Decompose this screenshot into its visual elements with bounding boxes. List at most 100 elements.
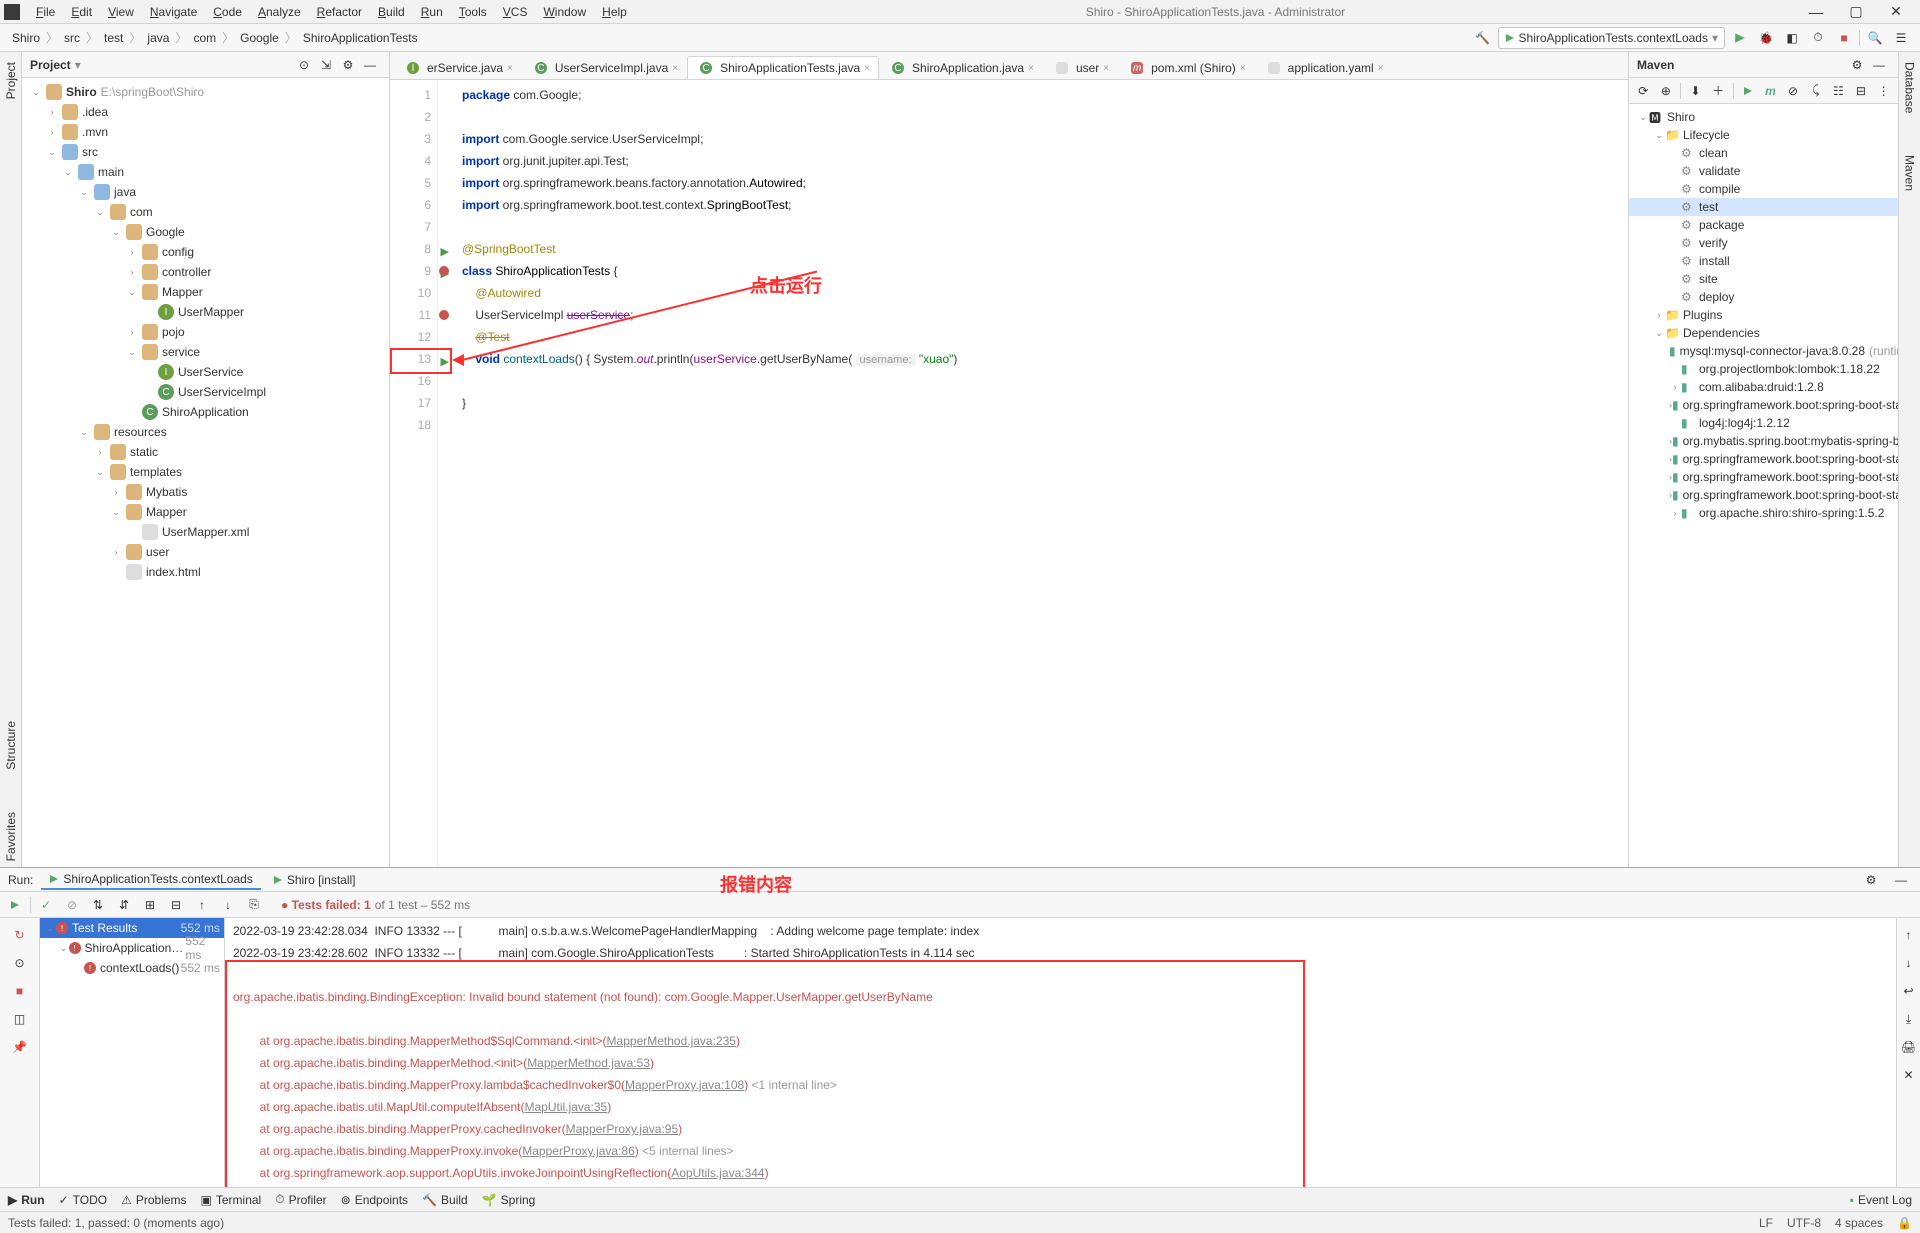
- print-icon[interactable]: 🖨: [1898, 1036, 1920, 1058]
- maven-node-log4j[interactable]: ▮log4j:log4j:1.2.12: [1629, 414, 1898, 432]
- maven-node-com-alibaba[interactable]: ›▮com.alibaba:druid:1.2.8: [1629, 378, 1898, 396]
- maven-node-test[interactable]: ⚙test: [1629, 198, 1898, 216]
- run-maven-icon[interactable]: [1737, 80, 1758, 102]
- maven-node-compile[interactable]: ⚙compile: [1629, 180, 1898, 198]
- line-sep-indicator[interactable]: LF: [1759, 1216, 1773, 1230]
- stack-link[interactable]: MapperProxy.java:86: [522, 1144, 635, 1158]
- menu-vcs[interactable]: VCS: [495, 3, 536, 21]
- stop-run-icon[interactable]: ■: [9, 980, 31, 1002]
- maven-node-site[interactable]: ⚙site: [1629, 270, 1898, 288]
- bottom-tab-problems[interactable]: ⚠ Problems: [121, 1192, 186, 1207]
- run-config-selector[interactable]: ShiroApplicationTests.contextLoads ▾: [1498, 27, 1725, 49]
- maven-settings-icon[interactable]: ⚙: [1846, 54, 1868, 76]
- maven-node-org-projectlombok[interactable]: ▮org.projectlombok:lombok:1.18.22: [1629, 360, 1898, 378]
- tree-node-google[interactable]: ⌄Google: [22, 222, 389, 242]
- breadcrumb-shiroapplicationtests[interactable]: ShiroApplicationTests: [299, 29, 422, 47]
- show-ignored-icon[interactable]: ⊘: [61, 894, 83, 916]
- tree-node-service[interactable]: ⌄service: [22, 342, 389, 362]
- tree-node-shiroapplication[interactable]: CShiroApplication: [22, 402, 389, 422]
- show-deps-icon[interactable]: ☷: [1828, 80, 1849, 102]
- editor-gutter[interactable]: 12345678▶9▶10111213▶161718: [390, 80, 438, 867]
- pin-icon[interactable]: 📌: [9, 1036, 31, 1058]
- bottom-tab-build[interactable]: 🔨 Build: [422, 1192, 468, 1207]
- maven-node-install[interactable]: ⚙install: [1629, 252, 1898, 270]
- menu-tools[interactable]: Tools: [451, 3, 495, 21]
- profile-button[interactable]: ⏱: [1807, 27, 1829, 49]
- bottom-tab-todo[interactable]: ✓ TODO: [59, 1192, 108, 1207]
- coverage-button[interactable]: ◧: [1781, 27, 1803, 49]
- menu-edit[interactable]: Edit: [63, 3, 100, 21]
- editor-tab-pom-xml-shiro-[interactable]: mpom.xml (Shiro)×: [1118, 56, 1255, 79]
- editor-tab-erservice-java[interactable]: IerService.java×: [394, 56, 522, 79]
- rerun-icon[interactable]: [4, 894, 26, 916]
- editor-tab-shiroapplicationtests-java[interactable]: CShiroApplicationTests.java×: [687, 56, 879, 79]
- build-icon[interactable]: 🔨: [1472, 27, 1494, 49]
- favorites-tool-tab[interactable]: Favorites: [2, 806, 20, 867]
- bottom-tab-endpoints[interactable]: ⊚ Endpoints: [341, 1192, 408, 1207]
- project-structure-button[interactable]: ☰: [1890, 27, 1912, 49]
- test-tree[interactable]: ⌄!Test Results552 ms⌄!ShiroApplicationTe…: [40, 918, 225, 1187]
- project-tool-tab[interactable]: Project: [2, 56, 20, 105]
- tree-node-shiro[interactable]: ⌄ShiroE:\springBoot\Shiro: [22, 82, 389, 102]
- structure-tool-tab[interactable]: Structure: [2, 715, 20, 776]
- tree-node-user[interactable]: ›user: [22, 542, 389, 562]
- menu-window[interactable]: Window: [535, 3, 594, 21]
- project-tree[interactable]: ⌄ShiroE:\springBoot\Shiro›.idea›.mvn⌄src…: [22, 78, 389, 867]
- maven-tree[interactable]: ⌄🅼Shiro⌄📁Lifecycle⚙clean⚙validate⚙compil…: [1629, 104, 1898, 867]
- close-tab-icon[interactable]: ×: [1028, 63, 1034, 74]
- bottom-tab-spring[interactable]: 🌱 Spring: [482, 1192, 536, 1207]
- stack-link[interactable]: MapperProxy.java:108: [625, 1078, 744, 1092]
- editor-tab-userserviceimpl-java[interactable]: CUserServiceImpl.java×: [522, 56, 687, 79]
- breadcrumb-test[interactable]: test: [100, 29, 127, 47]
- stack-link[interactable]: MapperMethod.java:53: [527, 1056, 650, 1070]
- next-fail-icon[interactable]: ↓: [217, 894, 239, 916]
- editor-body[interactable]: 12345678▶9▶10111213▶161718 package com.G…: [390, 80, 1628, 867]
- bottom-tab-terminal[interactable]: ▣ Terminal: [201, 1192, 262, 1207]
- run-hide-icon[interactable]: —: [1890, 869, 1912, 891]
- run-button[interactable]: [1729, 27, 1751, 49]
- show-passed-icon[interactable]: ✓: [35, 894, 57, 916]
- select-opened-file-icon[interactable]: ⊙: [293, 54, 315, 76]
- maven-node-package[interactable]: ⚙package: [1629, 216, 1898, 234]
- test-node-contextloads-[interactable]: !contextLoads()552 ms: [40, 958, 224, 978]
- console-output[interactable]: 2022-03-19 23:42:28.034 INFO 13332 --- […: [225, 918, 1896, 1187]
- breadcrumb-com[interactable]: com: [189, 29, 220, 47]
- breadcrumb-java[interactable]: java: [143, 29, 173, 47]
- sort-icon[interactable]: ⇅: [87, 894, 109, 916]
- close-tab-icon[interactable]: ×: [1103, 63, 1109, 74]
- toggle-offline-icon[interactable]: ⊘: [1783, 80, 1804, 102]
- menu-navigate[interactable]: Navigate: [142, 3, 205, 21]
- stack-link[interactable]: MapUtil.java:35: [524, 1100, 607, 1114]
- tree-node-userservice[interactable]: IUserService: [22, 362, 389, 382]
- menu-view[interactable]: View: [100, 3, 142, 21]
- editor-tab-shiroapplication-java[interactable]: CShiroApplication.java×: [879, 56, 1043, 79]
- clear-icon[interactable]: ✕: [1898, 1064, 1920, 1086]
- menu-build[interactable]: Build: [370, 3, 413, 21]
- tree-node-src[interactable]: ⌄src: [22, 142, 389, 162]
- tree-node-mapper[interactable]: ⌄Mapper: [22, 502, 389, 522]
- collapse-icon[interactable]: ⊟: [1851, 80, 1872, 102]
- tree-node-.idea[interactable]: ›.idea: [22, 102, 389, 122]
- database-tool-tab[interactable]: Database: [1901, 56, 1919, 119]
- breadcrumb-google[interactable]: Google: [236, 29, 283, 47]
- tree-node-mapper[interactable]: ⌄Mapper: [22, 282, 389, 302]
- close-tab-icon[interactable]: ×: [1378, 63, 1384, 74]
- soft-wrap-icon[interactable]: ↩: [1898, 980, 1920, 1002]
- reload-icon[interactable]: ⟳: [1633, 80, 1654, 102]
- debug-button[interactable]: 🐞: [1755, 27, 1777, 49]
- more-icon[interactable]: ⋮: [1873, 80, 1894, 102]
- scroll-end-icon[interactable]: ⤓: [1898, 1008, 1920, 1030]
- breadcrumb-src[interactable]: src: [60, 29, 84, 47]
- skip-tests-icon[interactable]: ⤹: [1805, 80, 1826, 102]
- minimize-button[interactable]: —: [1796, 4, 1836, 20]
- menu-analyze[interactable]: Analyze: [250, 3, 309, 21]
- menu-help[interactable]: Help: [594, 3, 635, 21]
- tree-node-templates[interactable]: ⌄templates: [22, 462, 389, 482]
- export-icon[interactable]: ⎘: [243, 894, 265, 916]
- breadcrumb-shiro[interactable]: Shiro: [8, 29, 44, 47]
- collapse-all-icon[interactable]: ⊟: [165, 894, 187, 916]
- scroll-down-icon[interactable]: ↓: [1898, 952, 1920, 974]
- maven-node-mysql[interactable]: ▮mysql:mysql-connector-java:8.0.28(runti…: [1629, 342, 1898, 360]
- tree-node-static[interactable]: ›static: [22, 442, 389, 462]
- tree-node-mybatis[interactable]: ›Mybatis: [22, 482, 389, 502]
